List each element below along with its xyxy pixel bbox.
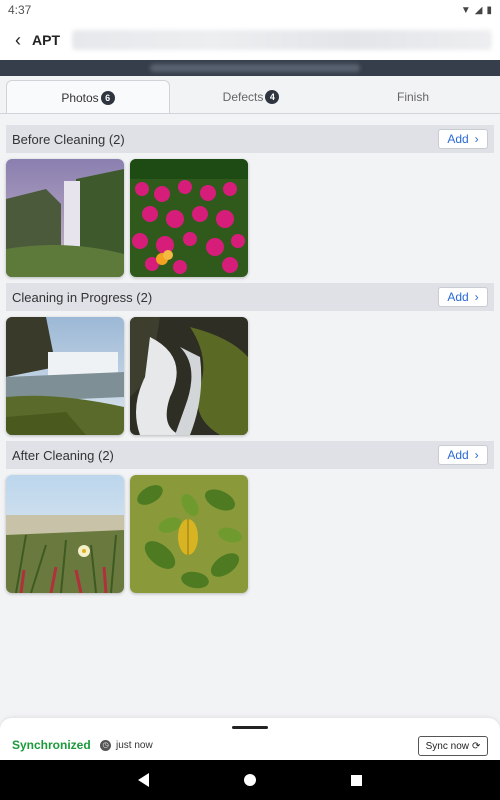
chevron-right-icon: › <box>474 290 479 304</box>
clock-icon: ◷ <box>100 740 111 751</box>
signal-icon: ◢ <box>474 4 483 16</box>
photo-thumbnail-beach-grass-flower[interactable] <box>6 475 124 593</box>
sync-now-button[interactable]: Sync now ⟳ <box>418 736 488 756</box>
app-header: ‹ APT <box>0 20 500 60</box>
tab-divider <box>0 113 500 114</box>
sync-now-label: Sync now <box>425 740 469 752</box>
section-header: Cleaning in Progress (2) Add › <box>6 283 494 311</box>
tab-defects[interactable]: Defects 4 <box>170 80 332 114</box>
battery-icon: ▮ <box>486 4 492 16</box>
chevron-right-icon: › <box>474 448 479 462</box>
back-arrow-icon[interactable]: ‹ <box>8 30 28 51</box>
count-badge: 4 <box>265 90 280 104</box>
section-cleaning-in-progress: Cleaning in Progress (2) Add › <box>6 283 494 435</box>
tab-bar: Photos 6 Defects 4 Finish <box>6 80 494 114</box>
photo-thumbnail-pink-flowers[interactable] <box>130 159 248 277</box>
wifi-icon: ▼ <box>460 4 471 16</box>
tab-photos[interactable]: Photos 6 <box>6 80 170 114</box>
status-bar: 4:37 ▼ ◢ ▮ <box>0 0 500 20</box>
section-header: After Cleaning (2) Add › <box>6 441 494 469</box>
chevron-right-icon: › <box>474 132 479 146</box>
section-header: Before Cleaning (2) Add › <box>6 125 494 153</box>
drag-handle[interactable] <box>232 726 268 729</box>
nav-recents-button[interactable] <box>342 765 372 795</box>
add-photo-button[interactable]: Add › <box>438 129 488 149</box>
tab-finish[interactable]: Finish <box>332 80 494 114</box>
tab-label: Defects <box>222 90 264 104</box>
add-label: Add <box>447 448 469 462</box>
tab-label: Finish <box>396 90 429 104</box>
square-recents-icon <box>351 774 363 786</box>
status-time: 4:37 <box>8 3 32 17</box>
section-title: After Cleaning (2) <box>12 447 114 463</box>
status-icons: ▼ ◢ ▮ <box>461 5 492 16</box>
redacted-banner-text <box>150 64 360 72</box>
refresh-icon: ⟳ <box>471 740 481 752</box>
photo-thumbnail-waterfall-river[interactable] <box>6 317 124 435</box>
photo-thumbnail-waterfall-cliff[interactable] <box>6 159 124 277</box>
add-label: Add <box>447 290 469 304</box>
add-photo-button[interactable]: Add › <box>438 445 488 465</box>
section-title: Cleaning in Progress (2) <box>12 289 153 305</box>
photo-grid <box>6 475 494 593</box>
count-badge: 6 <box>100 90 115 105</box>
photo-thumbnail-green-leaves[interactable] <box>130 475 248 593</box>
circle-home-icon <box>243 774 256 786</box>
sync-time: just now <box>116 740 153 751</box>
page-title: APT <box>32 32 60 48</box>
nav-back-button[interactable] <box>128 765 158 795</box>
photo-grid <box>6 159 494 277</box>
photo-grid <box>6 317 494 435</box>
section-before-cleaning: Before Cleaning (2) Add › <box>6 125 494 277</box>
photo-thumbnail-cascade-rocks[interactable] <box>130 317 248 435</box>
sync-status: Synchronized <box>12 738 91 752</box>
system-nav-bar <box>0 760 500 800</box>
sync-sheet: Synchronized ◷ just now Sync now ⟳ <box>0 718 500 760</box>
section-after-cleaning: After Cleaning (2) Add › <box>6 441 494 593</box>
add-label: Add <box>447 132 469 146</box>
info-banner <box>0 60 500 76</box>
section-title: Before Cleaning (2) <box>12 131 125 147</box>
triangle-back-icon <box>137 773 149 787</box>
add-photo-button[interactable]: Add › <box>438 287 488 307</box>
nav-home-button[interactable] <box>235 765 265 795</box>
tab-label: Photos <box>61 90 99 105</box>
redacted-header-text <box>72 30 492 50</box>
